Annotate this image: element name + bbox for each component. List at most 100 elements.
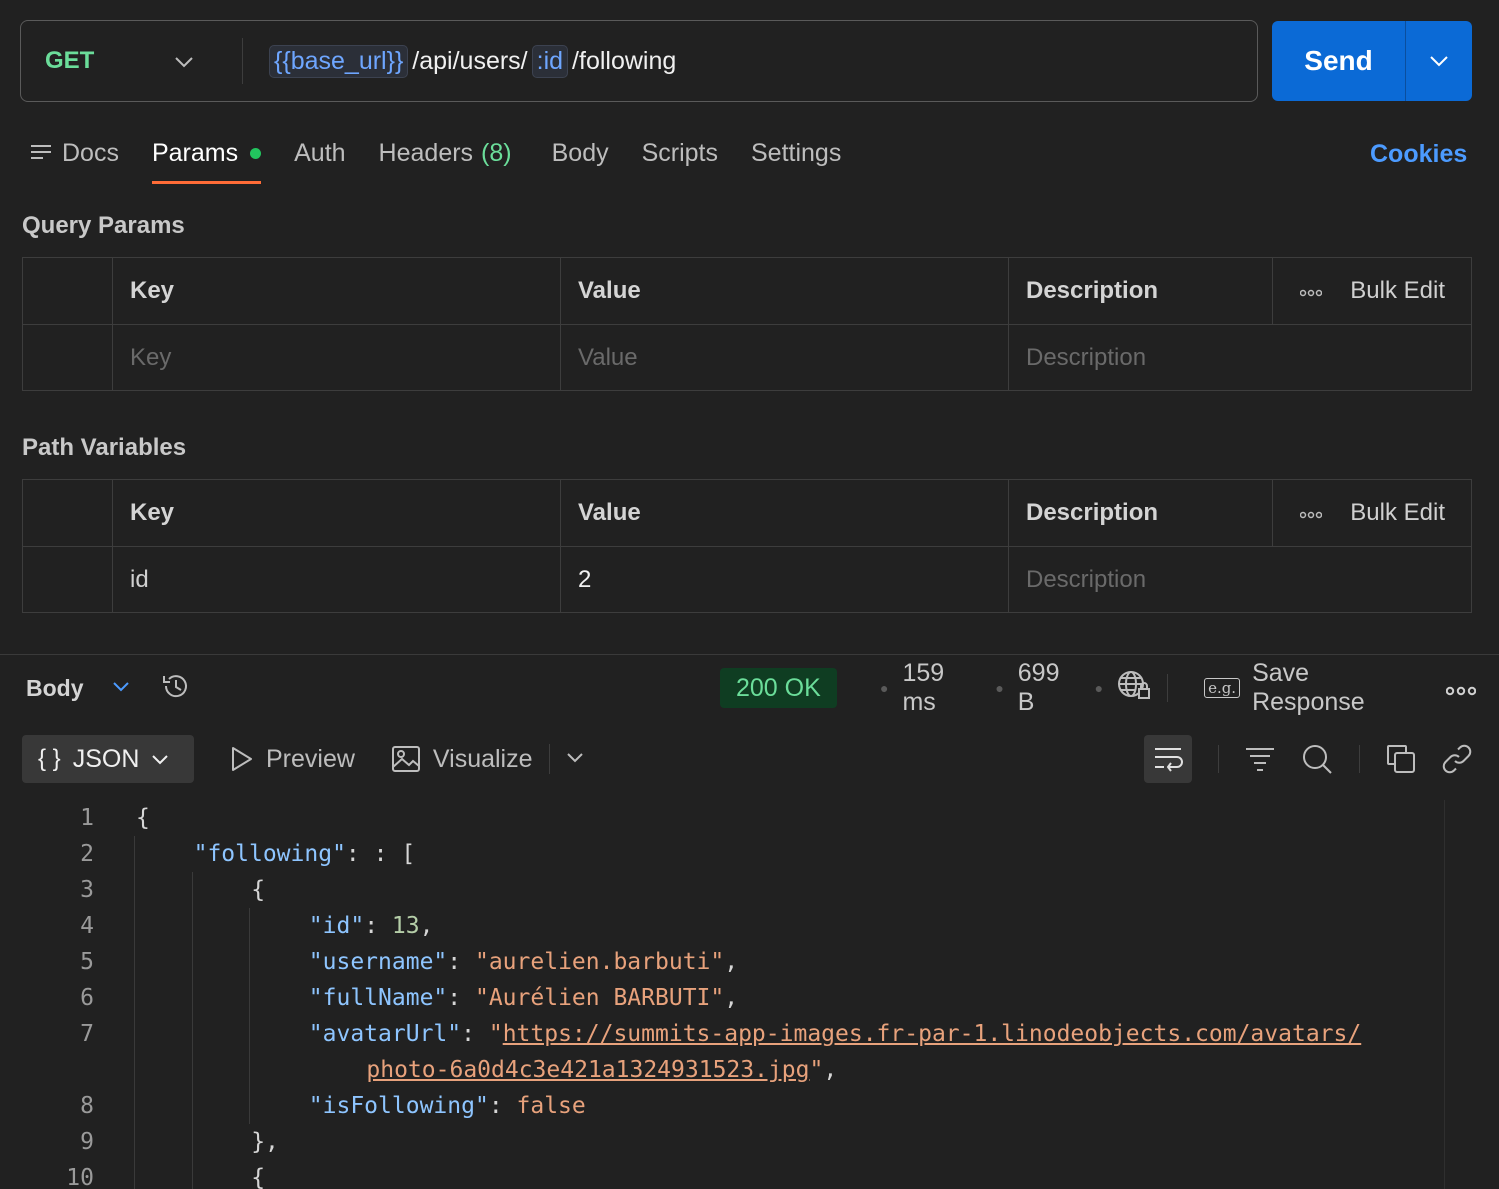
response-body-code[interactable]: 1{2 "following": : [3{4 "id": 13, 5 "usernam…	[22, 800, 1444, 1189]
url-segment: /following	[572, 46, 677, 75]
history-icon[interactable]	[160, 670, 192, 707]
code-text: "id": 13,	[309, 908, 434, 944]
network-globe-icon[interactable]	[1117, 669, 1151, 708]
json-key: "fullName"	[308, 985, 448, 1011]
line-number: 3	[80, 877, 94, 903]
punctuation: :	[488, 1093, 517, 1119]
tab-settings[interactable]: Settings	[751, 130, 841, 176]
description-input[interactable]: Description	[1009, 325, 1471, 390]
panel-divider[interactable]	[0, 654, 1499, 655]
code-line: 10 {	[22, 1160, 1444, 1189]
indent-guide	[134, 836, 135, 1189]
json-link: photo-6a0d4c3e421a1324931523.jpg	[366, 1057, 810, 1083]
send-button[interactable]: Send	[1272, 21, 1406, 101]
more-options-icon[interactable]	[1300, 503, 1323, 524]
tab-auth[interactable]: Auth	[294, 130, 345, 176]
bulk-edit-button[interactable]: Bulk Edit	[1350, 499, 1445, 527]
punctuation: :	[461, 1021, 489, 1047]
status-badge[interactable]: 200 OK	[720, 668, 837, 708]
line-number: 10	[66, 1165, 94, 1189]
description-input[interactable]: Description	[1009, 547, 1471, 612]
punctuation: :	[447, 985, 475, 1011]
visualize-button[interactable]: Visualize	[391, 745, 533, 774]
response-time[interactable]: 159 ms	[902, 659, 981, 717]
punctuation: ,	[724, 949, 739, 975]
code-text: {	[251, 1160, 265, 1189]
punctuation: ,	[419, 913, 434, 939]
key-header: Key	[113, 480, 561, 546]
table-row: Key Value Description	[23, 324, 1471, 390]
punctuation: {	[251, 1165, 266, 1189]
tab-headers[interactable]: Headers (8)	[379, 130, 512, 176]
json-string: "Aurélien BARBUTI"	[474, 985, 725, 1011]
save-response-button[interactable]: e.g. Save Response	[1204, 659, 1420, 717]
url-variable[interactable]: {{base_url}}	[269, 44, 409, 78]
chevron-down-icon	[174, 48, 194, 74]
code-text: },	[251, 1124, 279, 1160]
punctuation: :	[364, 913, 392, 939]
headers-count: (8)	[481, 138, 512, 167]
tab-params[interactable]: Params	[151, 130, 262, 184]
tab-label: Scripts	[641, 138, 718, 167]
punctuation: {	[251, 877, 266, 903]
path-variables-table: Key Value Description Bulk Edit id 2 Des…	[22, 479, 1472, 613]
format-select[interactable]: { } JSON	[22, 735, 194, 783]
url-bar: GET {{base_url}}/api/users/:id/following	[20, 20, 1258, 102]
tab-scripts[interactable]: Scripts	[642, 130, 718, 176]
image-icon	[391, 746, 420, 772]
more-options-icon[interactable]	[1300, 281, 1323, 302]
format-label: JSON	[72, 744, 140, 773]
code-line: 9},	[22, 1124, 1444, 1160]
code-line: 5 "username": "aurelien.barbuti",	[22, 944, 1444, 980]
json-link: https://summits-app-images.fr-par-1.lino…	[502, 1021, 1362, 1047]
value-input[interactable]: Value	[561, 325, 1009, 390]
search-icon[interactable]	[1301, 743, 1333, 775]
response-meta: ● 159 ms ● 699 B ● e.g. Save Response	[866, 659, 1477, 717]
send-options-button[interactable]	[1406, 21, 1472, 101]
tab-body[interactable]: Body	[552, 130, 609, 176]
wrap-lines-button[interactable]	[1144, 735, 1192, 783]
method-select[interactable]: GET	[21, 38, 243, 84]
value-header: Value	[561, 258, 1009, 324]
filter-icon[interactable]	[1245, 746, 1275, 772]
chevron-down-icon[interactable]	[112, 679, 130, 697]
json-key: "id"	[308, 913, 365, 939]
tab-docs[interactable]: Docs	[30, 130, 119, 176]
line-number: 5	[80, 949, 94, 975]
line-number: 9	[80, 1129, 94, 1155]
tab-label: Auth	[294, 138, 346, 167]
description-header: Description	[1009, 480, 1273, 546]
bulk-edit-button[interactable]: Bulk Edit	[1350, 277, 1445, 305]
code-text: "username": "aurelien.barbuti",	[309, 944, 738, 980]
path-variables-title: Path Variables	[22, 434, 187, 461]
copy-icon[interactable]	[1386, 744, 1416, 774]
url-variable[interactable]: :id	[531, 44, 569, 78]
more-options-icon[interactable]	[1445, 674, 1477, 703]
scrollbar[interactable]	[1444, 800, 1472, 1189]
line-number: 6	[80, 985, 94, 1011]
code-text: {	[136, 800, 150, 836]
tab-label: Docs	[62, 138, 119, 167]
preview-button[interactable]: Preview	[230, 745, 355, 774]
link-icon[interactable]	[1442, 744, 1472, 774]
bulk-edit-cell: Bulk Edit	[1273, 480, 1471, 546]
example-icon: e.g.	[1204, 678, 1241, 698]
code-line: 3{	[22, 872, 1444, 908]
tab-label: Headers	[378, 138, 474, 167]
key-header: Key	[113, 258, 561, 324]
punctuation: {	[136, 805, 150, 831]
chevron-down-icon[interactable]	[566, 750, 584, 768]
chevron-down-icon	[1430, 56, 1448, 67]
cookies-link[interactable]: Cookies	[1370, 140, 1467, 169]
response-size[interactable]: 699 B	[1018, 659, 1081, 717]
value-input[interactable]: 2	[561, 547, 1009, 612]
line-number: 8	[80, 1093, 94, 1119]
preview-label: Preview	[266, 744, 355, 773]
json-string: "	[488, 1021, 503, 1047]
table-header-row: Key Value Description Bulk Edit	[23, 480, 1471, 546]
key-input[interactable]: Key	[113, 325, 561, 390]
line-number: 2	[80, 841, 94, 867]
url-input[interactable]: {{base_url}}/api/users/:id/following	[269, 44, 677, 78]
visualize-label: Visualize	[432, 744, 533, 773]
tab-label: Params	[151, 138, 239, 167]
